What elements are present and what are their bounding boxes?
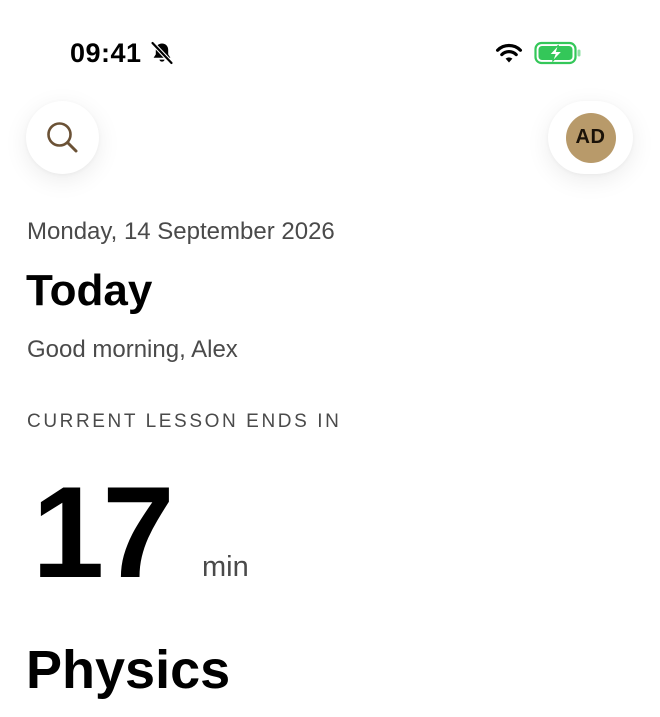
battery-charging-icon [534, 41, 581, 65]
greeting-text: Good morning, Alex [27, 336, 238, 363]
profile-button[interactable]: AD [548, 101, 633, 174]
current-date: Monday, 14 September 2026 [27, 218, 335, 245]
search-button[interactable] [26, 101, 99, 174]
wifi-icon [496, 43, 522, 63]
lesson-subject[interactable]: Physics [26, 638, 230, 702]
countdown-unit: min [202, 551, 249, 583]
bell-slash-icon [150, 40, 174, 66]
today-screen: 09:41 AD Monday, 14 September 2026 Today… [0, 0, 660, 717]
avatar: AD [565, 112, 616, 163]
countdown-value: 17 [32, 459, 175, 605]
status-bar: 09:41 [0, 0, 660, 90]
page-title: Today [26, 266, 153, 315]
countdown-label: CURRENT LESSON ENDS IN [27, 411, 342, 432]
status-time: 09:41 [70, 38, 142, 68]
search-icon [46, 121, 77, 152]
